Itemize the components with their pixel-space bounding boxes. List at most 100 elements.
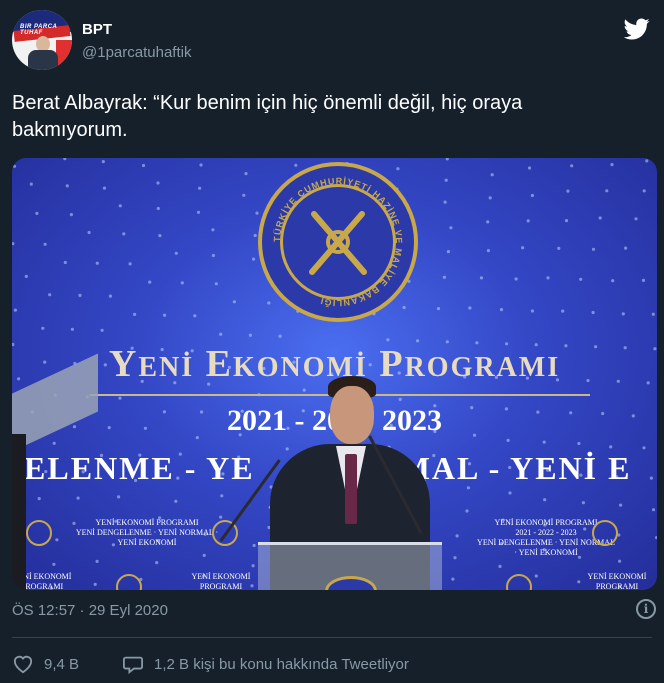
light-dot [87,230,91,235]
light-dot [78,293,82,297]
light-dot [199,163,203,167]
light-dot [577,441,581,446]
light-dot [609,445,613,449]
light-dot [133,312,137,316]
tweet-header: BIR PARCA TUHAF BPT @1parcatuhaftik [12,10,652,72]
light-dot [543,498,547,502]
light-dot [52,562,56,566]
light-dot [530,193,535,198]
info-icon[interactable]: i [636,599,656,619]
light-dot [443,200,447,204]
light-dot [95,261,99,265]
light-dot [642,189,646,193]
light-dot [232,300,236,304]
light-dot [244,172,248,176]
light-dot [156,181,160,185]
tweet-timestamp[interactable]: ÖS 12:57 · 29 Eyl 2020 [12,602,168,619]
light-dot [29,182,33,186]
light-dot [521,246,525,250]
light-dot [605,189,609,193]
light-dot [557,246,561,250]
light-dot [37,497,41,501]
light-dot [499,308,504,312]
light-dot [202,553,206,557]
light-dot [444,178,448,182]
light-dot [542,440,546,444]
light-dot [242,193,246,197]
light-dot [95,559,99,563]
light-dot [174,251,178,255]
conversation-button[interactable]: 1,2 B kişi bu konu hakkında Tweetliyor [122,652,409,676]
like-button[interactable]: 9,4 B [12,652,79,676]
light-dot [634,217,638,221]
light-dot [158,234,162,238]
speaker-tie [345,454,357,524]
light-dot [12,242,15,246]
light-dot [122,232,126,236]
mini-seal [592,520,618,546]
light-dot [506,438,510,442]
light-dot [534,574,538,578]
light-dot [619,503,623,507]
light-dot [479,276,484,280]
light-dot [35,211,39,215]
light-dot [248,333,252,337]
light-dot [611,279,615,283]
twitter-bird-icon[interactable] [622,16,652,42]
comment-icon [123,656,143,674]
light-dot [468,306,472,310]
light-dot [118,204,122,208]
light-dot [508,491,512,495]
light-dot [591,247,596,251]
light-dot [101,160,105,164]
tweet-text: Berat Albayrak: “Kur benim için hiç önem… [12,92,523,141]
light-dot [618,559,622,563]
light-dot [48,293,52,297]
light-dot [498,564,502,568]
light-dot [527,166,532,170]
speaker-head [330,386,374,444]
light-dot [546,276,550,280]
light-dot [43,242,47,246]
light-dot [564,219,569,223]
light-dot [52,441,56,445]
light-dot [624,246,628,250]
light-dot [174,499,178,503]
light-dot [451,577,455,581]
light-dot [214,282,218,286]
light-dot [69,213,73,217]
user-handle[interactable]: @1parcatuhaftik [82,44,191,61]
light-dot [436,307,441,311]
light-dot [100,328,104,332]
side-panel-bottom-right: YENİ EKONOMİ PROGRAMI [587,572,647,590]
mini-seal [26,520,52,546]
display-name[interactable]: BPT [82,21,112,38]
like-count: 9,4 B [44,655,80,673]
light-dot [486,220,490,224]
light-dot [219,332,223,336]
light-dot [252,543,256,548]
light-dot [398,397,402,401]
light-dot [581,501,586,505]
side-panel-left: YENİ EKONOMİ PROGRAMI YENİ DENGELENME · … [75,518,219,547]
light-dot [63,260,67,265]
light-dot [526,219,530,223]
light-dot [211,228,215,232]
light-dot [642,446,646,450]
divider [12,637,652,638]
teleprompter-stand [12,434,26,590]
avatar[interactable]: BIR PARCA TUHAF [12,10,72,70]
light-dot [108,294,113,298]
light-dot [641,278,646,282]
light-dot [252,257,256,261]
light-dot [198,186,202,190]
light-dot [488,196,492,200]
tweet-photo[interactable]: TÜRKİYE CUMHURİYETİ HAZİNE VE MALİYE BAK… [12,158,657,590]
light-dot [621,312,625,316]
light-dot [651,508,656,512]
light-dot [465,509,469,513]
light-dot [196,210,201,214]
light-dot [180,281,184,285]
conversation-text: 1,2 B kişi bu konu hakkında Tweetliyor [154,655,409,673]
light-dot [220,494,224,498]
